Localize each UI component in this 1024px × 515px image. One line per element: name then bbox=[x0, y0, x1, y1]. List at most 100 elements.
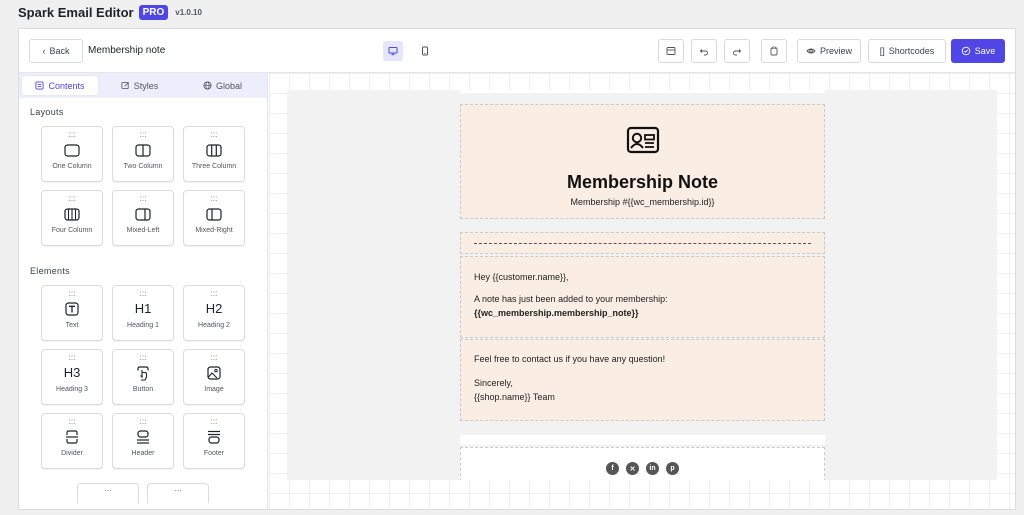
email-top-strip bbox=[460, 90, 825, 93]
preview-button[interactable]: Preview bbox=[797, 39, 861, 63]
grip-icon: ::: bbox=[68, 417, 76, 426]
layout-label: Three Column bbox=[191, 163, 237, 170]
grip-icon: ::: bbox=[68, 353, 76, 362]
layout-three-column[interactable]: ::: Three Column bbox=[183, 126, 245, 182]
grip-icon: ::: bbox=[210, 130, 218, 139]
app-title: Spark Email Editor bbox=[18, 4, 134, 20]
email-text-block-2[interactable]: Feel free to contact us if you have any … bbox=[460, 339, 825, 421]
layouts-title: Layouts bbox=[30, 107, 64, 117]
heading-3-icon: H3 bbox=[63, 365, 81, 380]
element-label: Image bbox=[204, 386, 224, 393]
layout-four-column[interactable]: ::: Four Column bbox=[41, 190, 103, 246]
layouts-grid: ::: One Column ::: Two Column ::: Three … bbox=[19, 117, 267, 246]
layout-mixed-right[interactable]: ::: Mixed-Right bbox=[183, 190, 245, 246]
editor-canvas: Membership Note Membership #{{wc_members… bbox=[269, 73, 1015, 509]
redo-button[interactable] bbox=[724, 39, 750, 63]
heading-2-icon: H2 bbox=[205, 301, 223, 316]
greeting-text: Hey {{customer.name}}, bbox=[474, 272, 569, 282]
undo-button[interactable] bbox=[691, 39, 717, 63]
three-column-icon bbox=[206, 143, 222, 157]
back-button[interactable]: ‹ Back bbox=[29, 39, 83, 63]
element-text[interactable]: ::: Text bbox=[41, 285, 103, 341]
element-label: Heading 2 bbox=[198, 322, 230, 329]
shortcodes-button[interactable]: [] Shortcodes bbox=[868, 39, 946, 63]
shortcodes-label: Shortcodes bbox=[888, 46, 935, 56]
email-spacer bbox=[460, 435, 825, 445]
desktop-view-button[interactable] bbox=[383, 41, 403, 61]
element-tile-partial[interactable]: ... bbox=[77, 483, 139, 503]
team-text: {{shop.name}} Team bbox=[474, 392, 555, 402]
mixed-left-icon bbox=[135, 207, 151, 221]
membership-card-icon bbox=[626, 126, 659, 154]
layout-one-column[interactable]: ::: One Column bbox=[41, 126, 103, 182]
elements-grid: ::: Text ::: H1 Heading 1 ::: H2 Heading… bbox=[19, 276, 267, 469]
note-variable-text: {{wc_membership.membership_note}} bbox=[474, 308, 639, 318]
templates-button[interactable] bbox=[658, 39, 684, 63]
email-divider-block[interactable] bbox=[460, 232, 825, 254]
tab-contents-label: Contents bbox=[48, 80, 85, 91]
editor-toolbar: ‹ Back Membership note Preview [] Shortc… bbox=[19, 29, 1015, 73]
grip-icon: ::: bbox=[210, 194, 218, 203]
check-circle-icon bbox=[961, 46, 970, 56]
divider-line bbox=[474, 243, 811, 244]
layout-two-column[interactable]: ::: Two Column bbox=[112, 126, 174, 182]
email-social-block[interactable]: f ✕ in p bbox=[460, 447, 825, 480]
version-label: v1.0.10 bbox=[175, 7, 202, 17]
grip-icon: ::: bbox=[139, 289, 147, 298]
document-title: Membership note bbox=[88, 45, 166, 56]
email-body: Membership Note Membership #{{wc_members… bbox=[460, 90, 825, 480]
brush-icon bbox=[121, 81, 129, 90]
tab-styles[interactable]: Styles bbox=[98, 76, 181, 95]
divider-icon bbox=[66, 430, 78, 444]
element-divider[interactable]: ::: Divider bbox=[41, 413, 103, 469]
facebook-icon: f bbox=[606, 462, 619, 475]
desktop-icon bbox=[388, 47, 398, 56]
element-image[interactable]: ::: Image bbox=[183, 349, 245, 405]
element-footer[interactable]: ::: Footer bbox=[183, 413, 245, 469]
globe-icon bbox=[203, 81, 212, 90]
email-header-block[interactable]: Membership Note Membership #{{wc_members… bbox=[460, 104, 825, 219]
clipboard-button[interactable] bbox=[761, 39, 787, 63]
element-heading-3[interactable]: ::: H3 Heading 3 bbox=[41, 349, 103, 405]
mobile-view-button[interactable] bbox=[415, 41, 435, 61]
layout-mixed-left[interactable]: ::: Mixed-Left bbox=[112, 190, 174, 246]
pinterest-icon: p bbox=[666, 462, 679, 475]
eye-icon bbox=[806, 48, 816, 54]
grip-icon: ::: bbox=[68, 194, 76, 203]
pro-badge: PRO bbox=[138, 4, 169, 20]
element-heading-2[interactable]: ::: H2 Heading 2 bbox=[183, 285, 245, 341]
clipboard-icon bbox=[770, 46, 778, 56]
grip-icon: ... bbox=[174, 484, 182, 493]
element-label: Text bbox=[65, 322, 79, 329]
app-header: Spark Email Editor PRO v1.0.10 bbox=[0, 0, 1024, 24]
x-icon: ✕ bbox=[626, 462, 639, 475]
element-button[interactable]: ::: Button bbox=[112, 349, 174, 405]
text-icon bbox=[65, 302, 79, 316]
tab-styles-label: Styles bbox=[133, 80, 159, 91]
back-label: Back bbox=[49, 46, 70, 56]
grip-icon: ::: bbox=[210, 353, 218, 362]
tab-contents[interactable]: Contents bbox=[22, 76, 98, 95]
contents-icon bbox=[35, 81, 45, 90]
layout-label: Mixed-Right bbox=[195, 227, 233, 234]
signoff-text: Sincerely, bbox=[474, 378, 513, 388]
email-text-block[interactable]: Hey {{customer.name}}, A note has just b… bbox=[460, 256, 825, 338]
undo-icon bbox=[699, 49, 708, 56]
left-panel: Contents Styles Global Layouts ::: One C… bbox=[19, 73, 268, 509]
element-label: Heading 3 bbox=[56, 386, 88, 393]
element-heading-1[interactable]: ::: H1 Heading 1 bbox=[112, 285, 174, 341]
layout-label: Four Column bbox=[51, 227, 93, 234]
element-header[interactable]: ::: Header bbox=[112, 413, 174, 469]
email-preview-area: Membership Note Membership #{{wc_members… bbox=[287, 90, 997, 480]
preview-label: Preview bbox=[819, 46, 852, 56]
layout-label: One Column bbox=[52, 163, 92, 170]
panel-tabs: Contents Styles Global bbox=[19, 73, 267, 98]
grip-icon: ::: bbox=[139, 353, 147, 362]
tab-global[interactable]: Global bbox=[181, 76, 264, 95]
layout-label: Mixed-Left bbox=[126, 227, 160, 234]
button-icon bbox=[137, 365, 149, 381]
chevron-left-icon: ‹ bbox=[42, 46, 46, 56]
email-heading: Membership Note bbox=[566, 172, 719, 192]
element-tile-partial[interactable]: ... bbox=[147, 483, 209, 503]
save-button[interactable]: Save bbox=[951, 39, 1005, 63]
